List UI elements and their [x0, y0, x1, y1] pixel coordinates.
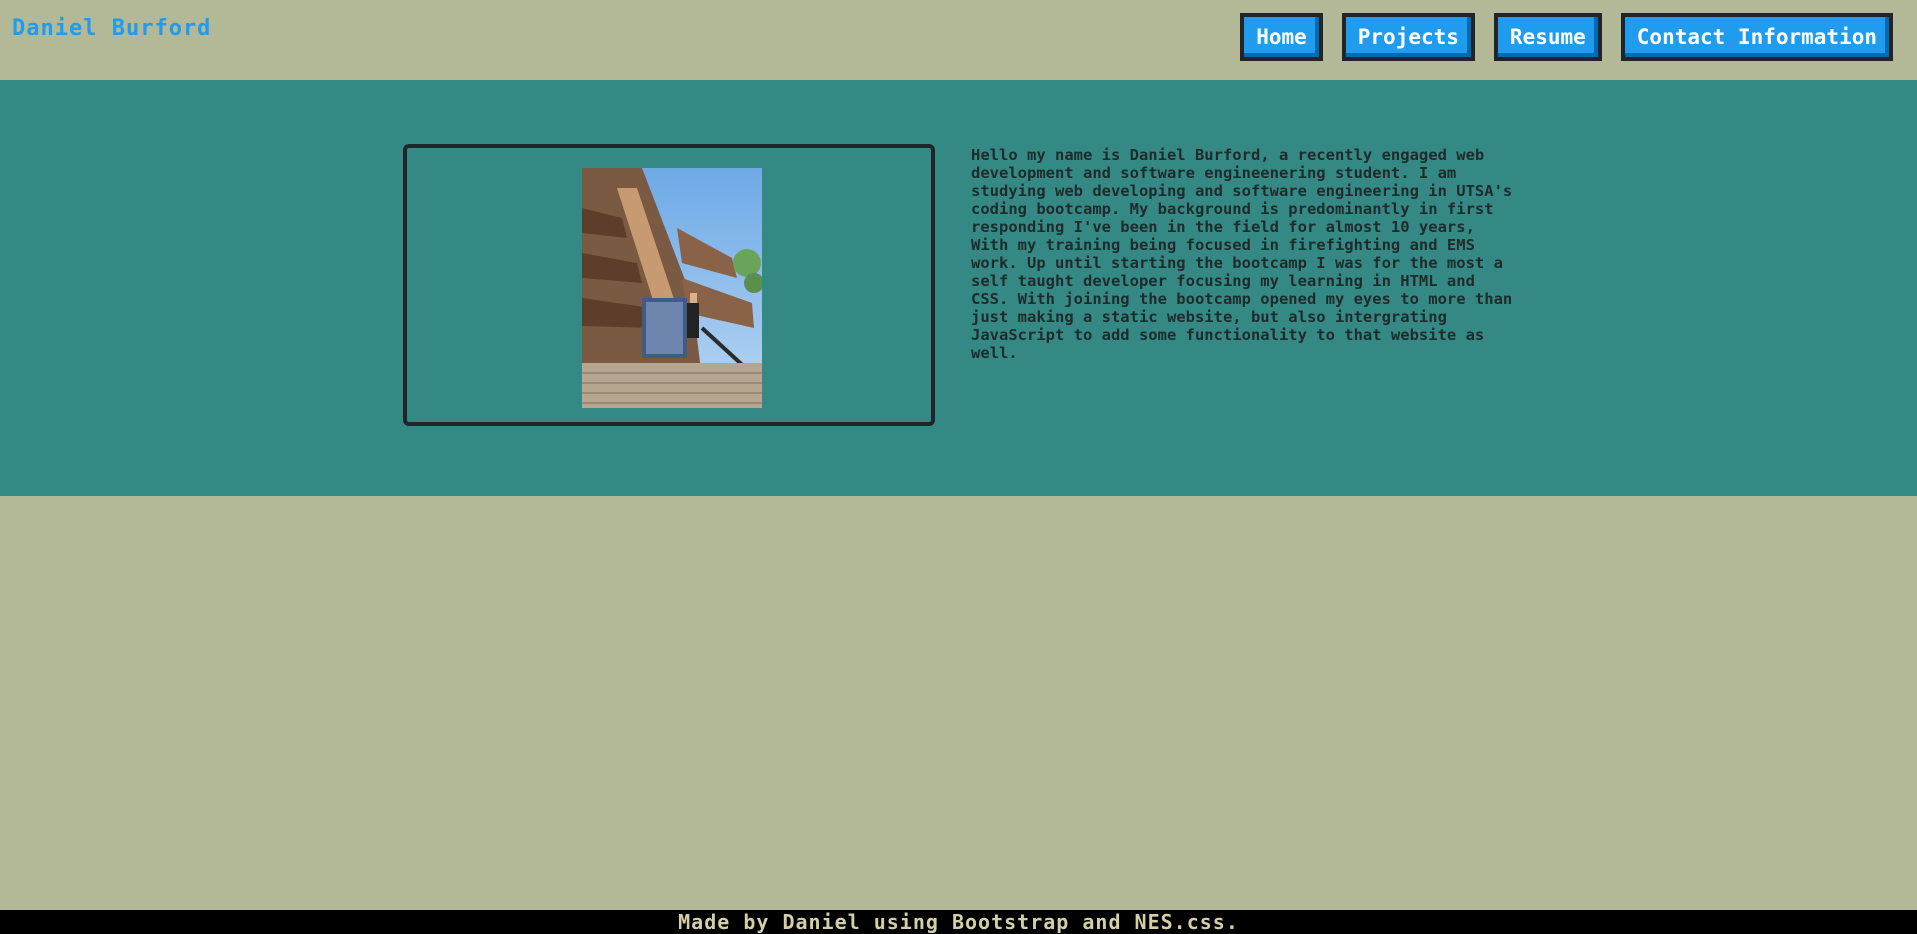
bio-text: Hello my name is Daniel Burford, a recen…	[971, 146, 1513, 362]
nav-menu: Home Projects Resume Contact Information	[1240, 13, 1893, 61]
about-section: Hello my name is Daniel Burford, a recen…	[0, 80, 1917, 496]
brand-link[interactable]: Daniel Burford	[12, 16, 211, 41]
footer-text: Made by Daniel using Bootstrap and NES.c…	[678, 910, 1239, 934]
nav-projects-button[interactable]: Projects	[1341, 13, 1475, 61]
nav-home-button[interactable]: Home	[1240, 13, 1323, 61]
profile-photo	[582, 168, 762, 408]
nav-contact-button[interactable]: Contact Information	[1620, 13, 1893, 61]
nav-resume-button[interactable]: Resume	[1493, 13, 1602, 61]
photo-container	[403, 144, 935, 426]
top-navbar: Daniel Burford Home Projects Resume Cont…	[0, 0, 1917, 80]
profile-photo-image	[582, 168, 762, 408]
footer: Made by Daniel using Bootstrap and NES.c…	[0, 910, 1917, 934]
